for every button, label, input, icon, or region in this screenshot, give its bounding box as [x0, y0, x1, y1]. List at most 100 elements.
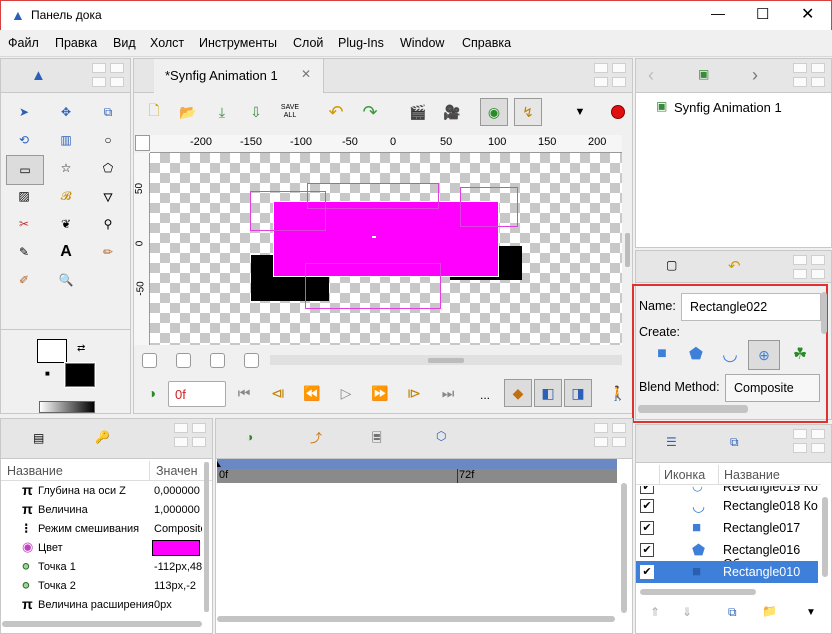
layer-visibility-checkbox[interactable]: ✔: [640, 521, 654, 535]
close-button[interactable]: ✕: [801, 4, 814, 24]
col-name[interactable]: Название: [7, 464, 63, 478]
scale-tool-icon[interactable]: ⧉: [95, 99, 121, 125]
params-vscroll[interactable]: [203, 462, 211, 612]
dock-handle[interactable]: [793, 429, 827, 457]
param-row[interactable]: ● Точка 2 113px,-2: [0, 577, 200, 596]
toolbar-menu-arrow-icon[interactable]: ▼: [566, 98, 594, 126]
maximize-button[interactable]: ☐: [756, 5, 769, 23]
reset-colors-icon[interactable]: ■: [45, 369, 50, 378]
canvas-browser-item[interactable]: Synfig Animation 1: [674, 100, 782, 115]
keyframes-tab-icon[interactable]: 🗏: [372, 429, 382, 450]
dock-handle[interactable]: [92, 63, 126, 91]
sets-tab-icon[interactable]: ⧉: [730, 435, 739, 450]
param-value[interactable]: 0px: [154, 599, 202, 611]
prev-frame-icon[interactable]: ⏪: [298, 379, 326, 407]
param-row[interactable]: π Глубина на оси Z 0,000000: [0, 482, 200, 501]
menu-tools[interactable]: Инструменты: [199, 36, 277, 50]
raise-layer-icon[interactable]: ⇑: [650, 605, 660, 619]
lower-layer-icon[interactable]: ⇓: [682, 605, 692, 619]
sketch-tool-icon[interactable]: ✏: [95, 239, 121, 265]
param-row[interactable]: ◉ Цвет: [0, 539, 200, 558]
zoom-out-button[interactable]: [142, 353, 157, 368]
gradient-tool-icon[interactable]: ▨: [11, 183, 37, 209]
fill-tool-icon[interactable]: 🜄: [95, 183, 121, 209]
tool-options-tab-icon[interactable]: ▢: [666, 258, 677, 272]
brush-tool-icon[interactable]: ✐: [11, 267, 37, 293]
dock-handle[interactable]: [793, 255, 827, 283]
history-tab-icon[interactable]: ↶: [728, 257, 741, 275]
param-value[interactable]: Composite: [154, 523, 202, 535]
zoom-in-button[interactable]: [176, 353, 191, 368]
library-tab-icon[interactable]: 🔑: [95, 430, 110, 444]
zoom-fit-button[interactable]: [210, 353, 225, 368]
cutout-tool-icon[interactable]: ✂: [11, 211, 37, 237]
current-frame-field[interactable]: 0f: [168, 381, 226, 407]
transform-tool-icon[interactable]: ➤: [11, 99, 37, 125]
outline-color-swatch[interactable]: [37, 339, 67, 363]
col-name[interactable]: Название: [724, 468, 780, 482]
layer-visibility-checkbox[interactable]: ✔: [640, 499, 654, 513]
open-file-icon[interactable]: 📂: [174, 98, 202, 126]
scroll-left-icon[interactable]: ‹: [648, 65, 654, 86]
col-icon[interactable]: Иконка: [664, 468, 705, 482]
spline-tool-icon[interactable]: 𝓑: [53, 183, 79, 209]
layer-visibility-checkbox[interactable]: ✔: [640, 565, 654, 579]
canvas-work-area[interactable]: [150, 153, 622, 345]
animation-record-icon[interactable]: [604, 98, 632, 126]
dock-handle[interactable]: [793, 63, 827, 91]
circle-tool-icon[interactable]: ○: [95, 127, 121, 153]
layer-row-selected[interactable]: ✔ ■ Rectangle010: [636, 561, 818, 583]
menu-plugins[interactable]: Plug-Ins: [338, 36, 384, 50]
zoom-tool-icon[interactable]: 🔍: [53, 267, 79, 293]
width-tool-icon[interactable]: ❦: [53, 211, 79, 237]
tool-options-scrollbar[interactable]: [638, 405, 748, 413]
param-row[interactable]: ● Точка 1 -112px,48: [0, 558, 202, 577]
color-value-swatch[interactable]: [152, 540, 200, 556]
keyframe-mode-icon[interactable]: ◆: [504, 379, 532, 407]
canvas-tab[interactable]: *Synfig Animation 1 ✕: [154, 59, 324, 93]
create-advanced-outline-layer-icon[interactable]: ⊕: [748, 340, 780, 370]
col-value[interactable]: Значен: [156, 464, 198, 478]
zoom-reset-button[interactable]: [244, 353, 259, 368]
save-as-icon[interactable]: ⇩: [242, 98, 270, 126]
menu-layer[interactable]: Слой: [293, 36, 323, 50]
new-file-icon[interactable]: 🗋: [140, 98, 168, 126]
library-panel-tab-icon[interactable]: ⬡: [436, 429, 446, 443]
onion-skin-toggle-icon[interactable]: ◉: [480, 98, 508, 126]
eyedrop-tool-icon[interactable]: ⚲: [95, 211, 121, 237]
curves-tab-icon[interactable]: ⤴: [310, 429, 322, 446]
dock-handle[interactable]: [594, 63, 628, 91]
gradient-swatch[interactable]: [39, 401, 95, 413]
next-frame-icon[interactable]: ⏩: [366, 379, 394, 407]
undo-icon[interactable]: ↶: [322, 98, 350, 126]
render-icon[interactable]: 🎬: [404, 98, 432, 126]
dock-handle[interactable]: [174, 423, 208, 451]
duplicate-layer-icon[interactable]: ⧉: [728, 605, 737, 620]
vertical-scrollbar[interactable]: [624, 153, 632, 345]
star-tool-icon[interactable]: ☆: [53, 155, 79, 181]
time-ruler[interactable]: 0f 72f: [217, 469, 617, 483]
tool-options-vscroll[interactable]: [821, 292, 827, 334]
param-row[interactable]: π Величина 1,000000: [0, 501, 200, 520]
timetrack-tab-icon[interactable]: ◑: [246, 430, 253, 444]
menu-edit[interactable]: Правка: [55, 36, 97, 50]
name-input[interactable]: Rectangle022: [681, 293, 821, 321]
menu-view[interactable]: Вид: [113, 36, 136, 50]
params-tab-icon[interactable]: ▤: [33, 431, 44, 445]
more-options-icon[interactable]: ...: [480, 388, 490, 402]
timetrack-hscroll[interactable]: [217, 616, 615, 622]
create-outline-layer-icon[interactable]: ◡: [716, 340, 744, 368]
prev-keyframe-icon[interactable]: ⧏: [264, 379, 292, 407]
rectangle-tool-icon[interactable]: ▭: [6, 155, 44, 185]
time-cursor-bar[interactable]: [217, 459, 617, 469]
save-icon[interactable]: ⤓: [208, 98, 236, 126]
menu-help[interactable]: Справка: [462, 36, 511, 50]
params-hscroll[interactable]: [2, 621, 202, 627]
param-value[interactable]: -112px,48: [154, 561, 202, 573]
save-all-icon[interactable]: SAVE ALL: [276, 98, 304, 126]
smooth-move-tool-icon[interactable]: ✥: [53, 99, 79, 125]
seek-begin-icon[interactable]: ⏮: [230, 379, 258, 407]
menu-canvas[interactable]: Холст: [150, 36, 184, 50]
create-plant-layer-icon[interactable]: ☘: [786, 340, 814, 368]
layer-row[interactable]: ✔ ◡ Rectangle018 Ко: [636, 495, 818, 517]
